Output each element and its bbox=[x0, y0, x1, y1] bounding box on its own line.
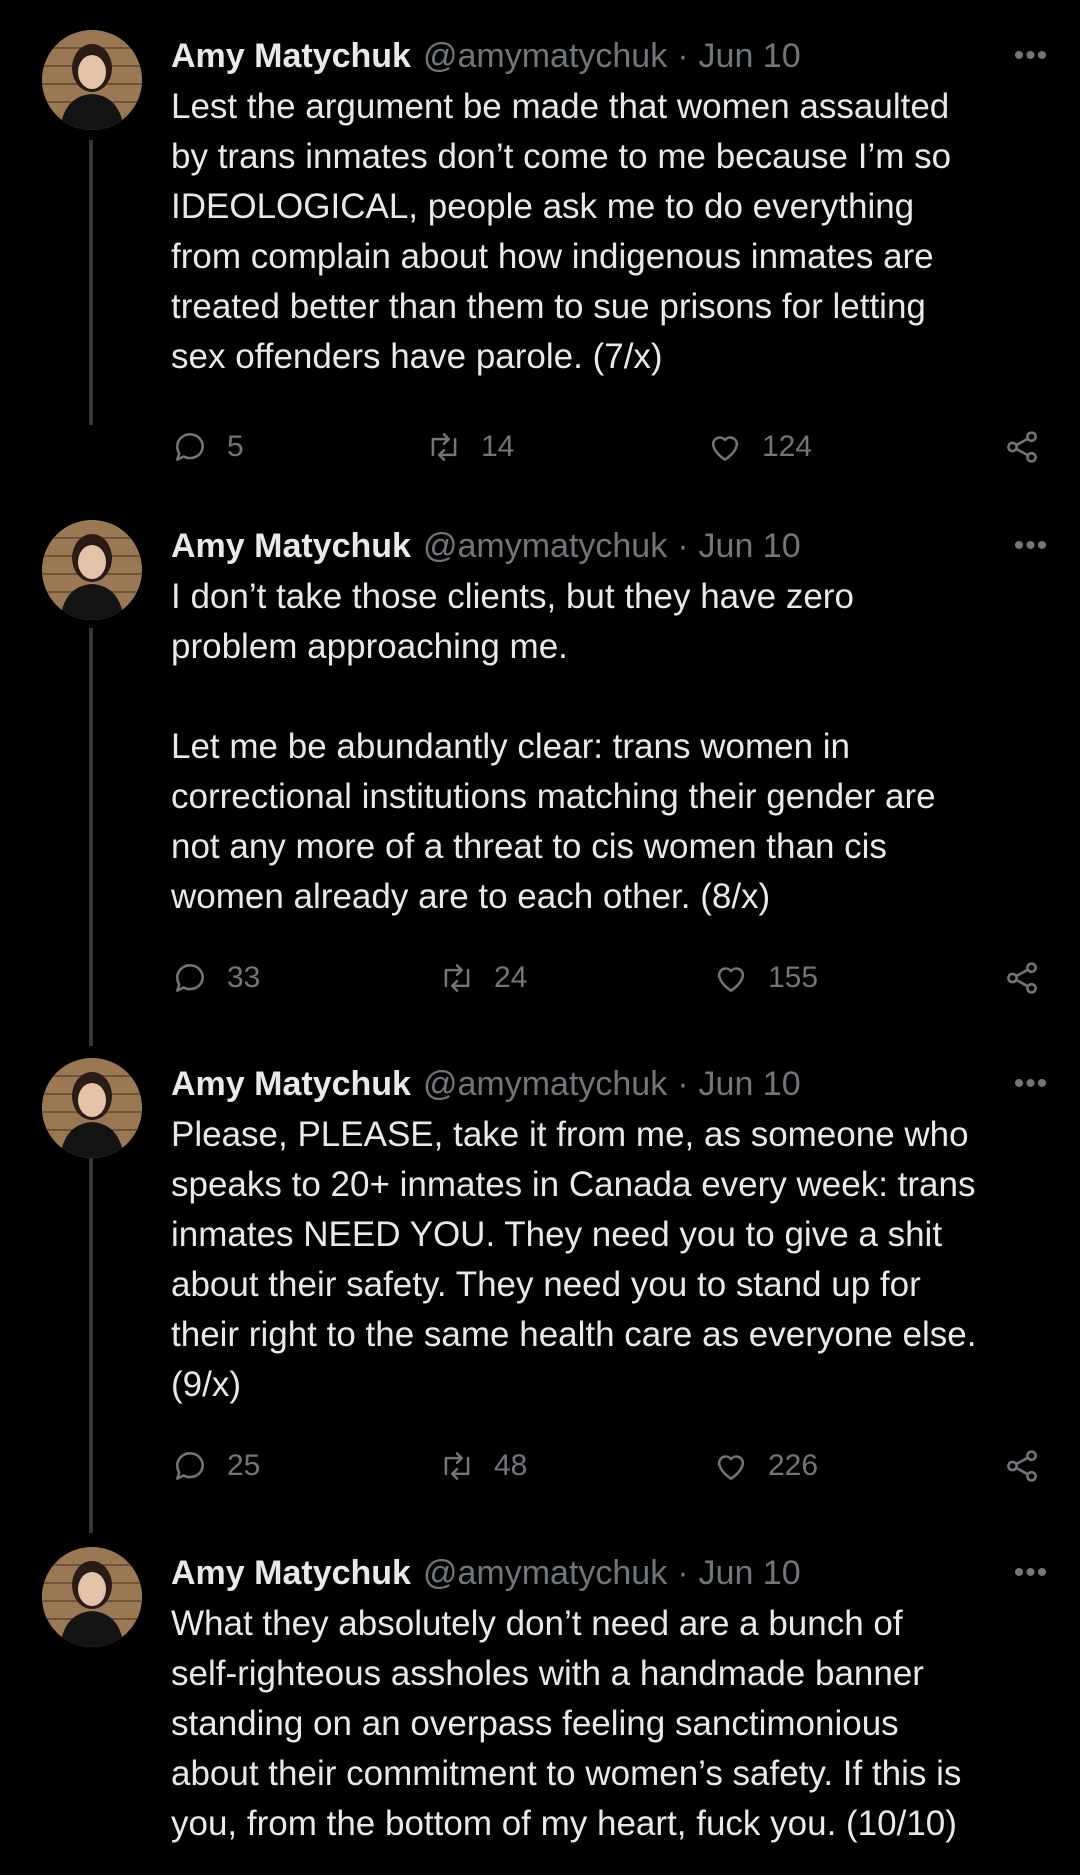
separator: · bbox=[677, 1553, 689, 1592]
tweet-text: Lest the argument be made that women ass… bbox=[171, 87, 952, 376]
reply-count: 5 bbox=[227, 430, 244, 463]
share-button[interactable] bbox=[1003, 428, 1041, 471]
tweet-date[interactable]: Jun 10 bbox=[699, 1554, 801, 1593]
author-handle[interactable]: @amymatychuk bbox=[423, 1065, 667, 1104]
author-handle[interactable]: @amymatychuk bbox=[423, 1554, 667, 1593]
tweet-actions: 25 48 226 bbox=[171, 1441, 1041, 1491]
like-button[interactable]: 155 bbox=[712, 953, 818, 1003]
more-icon[interactable]: ••• bbox=[1006, 1062, 1056, 1106]
like-count: 124 bbox=[762, 430, 813, 463]
reply-button[interactable]: 25 bbox=[171, 1441, 260, 1491]
like-count: 155 bbox=[768, 961, 819, 994]
avatar[interactable] bbox=[42, 1058, 142, 1158]
tweet-actions: 33 24 155 bbox=[171, 953, 1041, 1003]
reply-button[interactable]: 5 bbox=[171, 422, 244, 472]
author-name[interactable]: Amy Matychuk bbox=[171, 527, 411, 566]
avatar[interactable] bbox=[42, 30, 142, 130]
heart-icon bbox=[717, 1455, 745, 1480]
tweet-text: What they absolutely don’t need are a bu… bbox=[171, 1604, 962, 1843]
share-button[interactable] bbox=[1003, 1447, 1041, 1490]
share-icon bbox=[1007, 1450, 1037, 1482]
tweet-header: Amy Matychuk @amymatychuk · Jun 10 ••• bbox=[171, 524, 1056, 568]
thread-line bbox=[89, 140, 93, 425]
thread-line bbox=[89, 1133, 93, 1533]
retweet-count: 14 bbox=[481, 430, 515, 463]
retweet-icon bbox=[431, 433, 457, 461]
reply-icon bbox=[176, 1452, 204, 1480]
retweet-count: 48 bbox=[494, 1449, 528, 1482]
share-button[interactable] bbox=[1003, 959, 1041, 1002]
reply-count: 25 bbox=[227, 1449, 261, 1482]
author-handle[interactable]: @amymatychuk bbox=[423, 527, 667, 566]
retweet-icon bbox=[444, 964, 470, 992]
avatar[interactable] bbox=[42, 520, 142, 620]
heart-icon bbox=[717, 967, 745, 992]
tweet-date[interactable]: Jun 10 bbox=[699, 37, 801, 76]
tweet-actions: 5 14 124 bbox=[171, 422, 1041, 472]
share-icon bbox=[1007, 962, 1037, 994]
retweet-icon bbox=[444, 1452, 470, 1480]
share-icon bbox=[1007, 431, 1037, 463]
tweet-text: I don’t take those clients, but they hav… bbox=[171, 577, 936, 916]
separator: · bbox=[677, 526, 689, 565]
like-button[interactable]: 124 bbox=[706, 422, 812, 472]
avatar[interactable] bbox=[42, 1547, 142, 1647]
heart-icon bbox=[711, 436, 739, 461]
retweet-button[interactable]: 48 bbox=[438, 1441, 527, 1491]
reply-button[interactable]: 33 bbox=[171, 953, 260, 1003]
tweet-date[interactable]: Jun 10 bbox=[699, 527, 801, 566]
retweet-button[interactable]: 14 bbox=[425, 422, 514, 472]
more-icon[interactable]: ••• bbox=[1006, 34, 1056, 78]
tweet-date[interactable]: Jun 10 bbox=[699, 1065, 801, 1104]
more-icon[interactable]: ••• bbox=[1006, 524, 1056, 568]
tweet-header: Amy Matychuk @amymatychuk · Jun 10 ••• bbox=[171, 1062, 1056, 1106]
retweet-count: 24 bbox=[494, 961, 528, 994]
like-button[interactable]: 226 bbox=[712, 1441, 818, 1491]
tweet-header: Amy Matychuk @amymatychuk · Jun 10 ••• bbox=[171, 1551, 1056, 1595]
author-handle[interactable]: @amymatychuk bbox=[423, 37, 667, 76]
author-name[interactable]: Amy Matychuk bbox=[171, 1554, 411, 1593]
reply-icon bbox=[176, 433, 204, 461]
author-name[interactable]: Amy Matychuk bbox=[171, 37, 411, 76]
tweet-text: Please, PLEASE, take it from me, as some… bbox=[171, 1115, 977, 1404]
reply-icon bbox=[176, 964, 204, 992]
separator: · bbox=[677, 1064, 689, 1103]
author-name[interactable]: Amy Matychuk bbox=[171, 1065, 411, 1104]
separator: · bbox=[677, 36, 689, 75]
more-icon[interactable]: ••• bbox=[1006, 1551, 1056, 1595]
tweet-header: Amy Matychuk @amymatychuk · Jun 10 ••• bbox=[171, 34, 1056, 78]
retweet-button[interactable]: 24 bbox=[438, 953, 527, 1003]
reply-count: 33 bbox=[227, 961, 261, 994]
like-count: 226 bbox=[768, 1449, 819, 1482]
thread-line bbox=[89, 628, 93, 1046]
